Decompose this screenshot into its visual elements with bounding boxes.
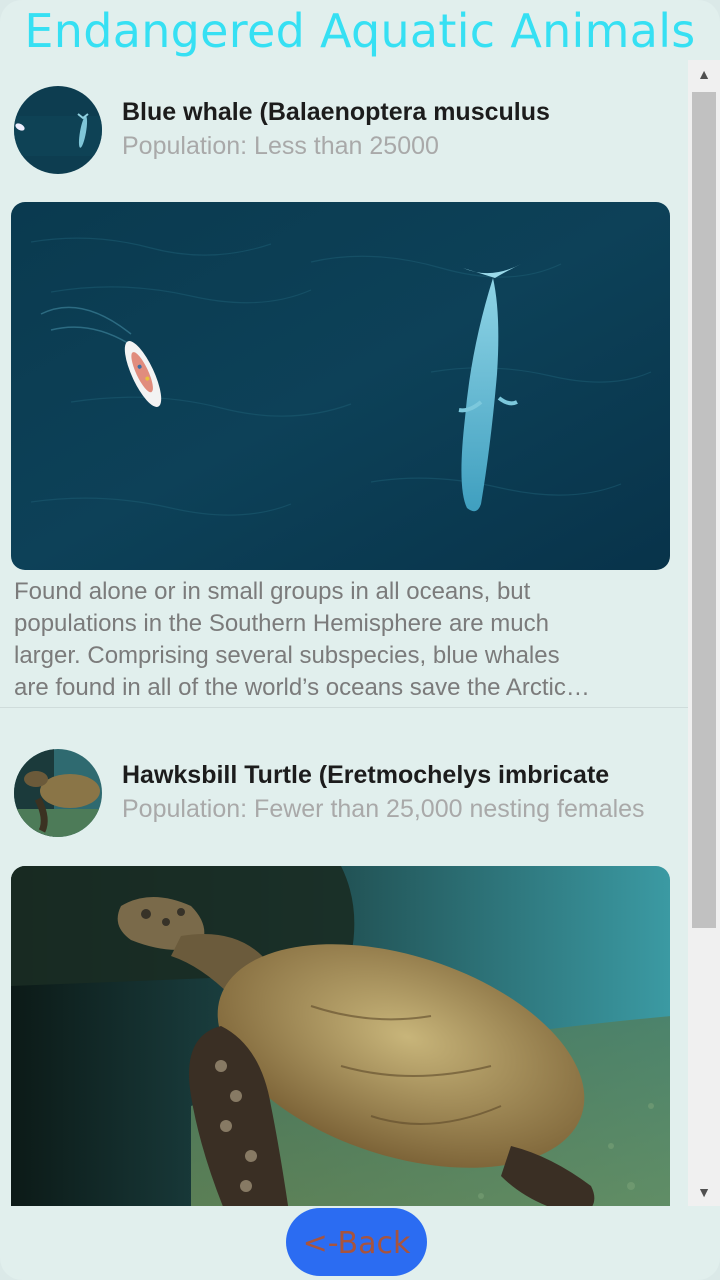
description-line: larger. Comprising several subspecies, b… [14, 642, 560, 669]
animal-name: Blue whale (Balaenoptera musculus [122, 98, 550, 126]
animal-card-blue-whale[interactable]: Blue whale (Balaenoptera musculus Popula… [0, 60, 688, 708]
animal-description: Found alone or in small groups in all oc… [14, 576, 669, 704]
scroll-up-arrow-icon[interactable]: ▲ [688, 60, 720, 88]
card-header: Blue whale (Balaenoptera musculus Popula… [0, 60, 688, 202]
app-screen: Endangered Aquatic Animals Blue whale (B… [0, 0, 720, 1280]
blue-whale-photo [11, 202, 670, 570]
animal-card-hawksbill-turtle[interactable]: Hawksbill Turtle (Eretmochelys imbricate… [0, 708, 688, 1206]
page-title: Endangered Aquatic Animals [24, 4, 696, 58]
animal-population: Population: Fewer than 25,000 nesting fe… [122, 795, 645, 823]
hawksbill-turtle-photo [11, 866, 670, 1206]
back-button[interactable]: <-Back [286, 1208, 427, 1276]
animal-population: Population: Less than 25000 [122, 132, 439, 160]
scrollbar-thumb[interactable] [692, 92, 716, 928]
animal-name: Hawksbill Turtle (Eretmochelys imbricate [122, 761, 610, 789]
card-header: Hawksbill Turtle (Eretmochelys imbricate… [0, 708, 688, 850]
description-line: are found in all of the world’s oceans s… [14, 674, 590, 701]
list-scrollbar[interactable]: ▲ ▼ [688, 60, 720, 1206]
animal-list[interactable]: Blue whale (Balaenoptera musculus Popula… [0, 60, 688, 1206]
blue-whale-avatar [14, 86, 102, 174]
description-line: Found alone or in small groups in all oc… [14, 578, 531, 605]
description-line: populations in the Southern Hemisphere a… [14, 610, 549, 637]
hawksbill-turtle-avatar [14, 749, 102, 837]
scroll-down-arrow-icon[interactable]: ▼ [688, 1178, 720, 1206]
